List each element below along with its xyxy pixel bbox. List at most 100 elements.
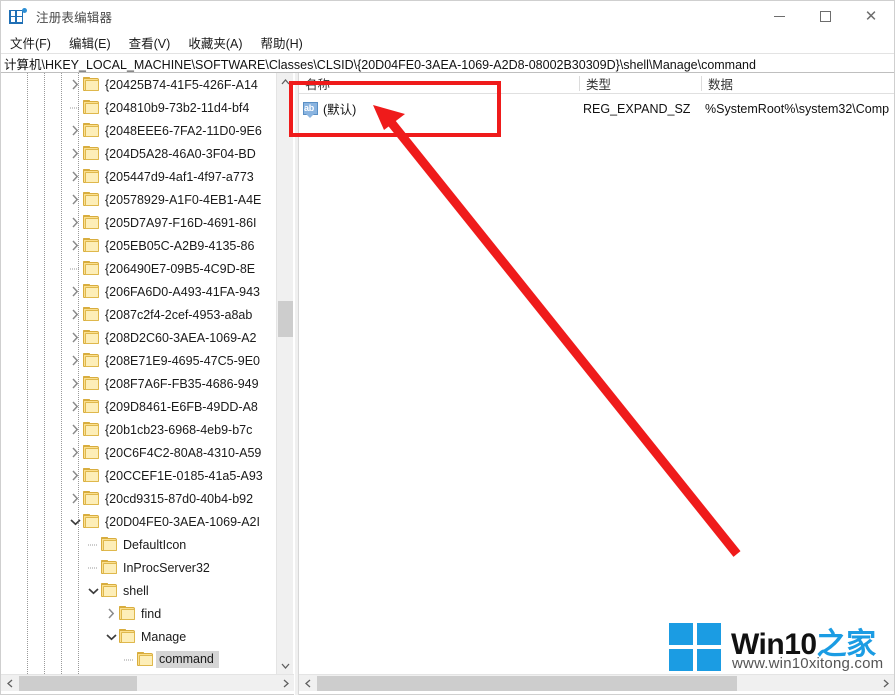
tree-node[interactable]: {20CCEF1E-0185-41a5-A93 (1, 464, 276, 487)
tree-node[interactable]: {20C6F4C2-80A8-4310-A59 (1, 441, 276, 464)
minimize-button[interactable] (756, 1, 802, 32)
tree-vertical-scrollbar[interactable] (276, 73, 293, 674)
chevron-right-icon[interactable] (67, 349, 83, 372)
chevron-right-icon[interactable] (67, 326, 83, 349)
chevron-right-icon[interactable] (67, 142, 83, 165)
tree-hscrollbar-thumb[interactable] (19, 676, 137, 691)
tree-node-label: {20cd9315-87d0-40b4-b92 (105, 491, 254, 506)
tree-scroll-up-icon[interactable] (277, 73, 294, 90)
tree-node[interactable]: shell (1, 579, 276, 602)
chevron-down-icon[interactable] (85, 579, 101, 602)
folder-icon (83, 307, 100, 322)
window-title: 注册表编辑器 (36, 11, 113, 25)
tree-node[interactable]: {206FA6D0-A493-41FA-943 (1, 280, 276, 303)
tree-node[interactable]: {206490E7-09B5-4C9D-8E (1, 257, 276, 280)
menu-edit[interactable]: 编辑(E) (60, 31, 120, 55)
menu-file[interactable]: 文件(F) (1, 31, 60, 55)
folder-icon (83, 376, 100, 391)
minimize-icon (773, 16, 785, 17)
tree-node[interactable]: {20425B74-41F5-426F-A14 (1, 73, 276, 96)
menu-help-label: 帮助(H) (260, 36, 303, 51)
menu-help[interactable]: 帮助(H) (251, 31, 311, 55)
menu-view[interactable]: 查看(V) (120, 31, 180, 55)
window-controls: ✕ (756, 1, 894, 32)
address-path: 计算机\HKEY_LOCAL_MACHINE\SOFTWARE\Classes\… (4, 57, 756, 72)
tree-node[interactable]: {20D04FE0-3AEA-1069-A2I (1, 510, 276, 533)
tree-scroll-left-icon[interactable] (1, 675, 18, 692)
tree-node[interactable]: {208F7A6F-FB35-4686-949 (1, 372, 276, 395)
chevron-right-icon[interactable] (67, 211, 83, 234)
tree-node[interactable]: {204810b9-73b2-11d4-bf4 (1, 96, 276, 119)
folder-icon (83, 146, 100, 161)
chevron-right-icon[interactable] (67, 441, 83, 464)
tree-node-label: {20578929-A1F0-4EB1-A4E (105, 192, 262, 207)
list-scroll-left-icon[interactable] (299, 675, 316, 692)
tree-node-list[interactable]: {20425B74-41F5-426F-A14 {204810b9-73b2-11… (1, 73, 276, 674)
chevron-down-icon[interactable] (67, 510, 83, 533)
tree-node[interactable]: {205447d9-4af1-4f97-a773 (1, 165, 276, 188)
tree-node[interactable]: {204D5A28-46A0-3F04-BD (1, 142, 276, 165)
tree-node[interactable]: {208E71E9-4695-47C5-9E0 (1, 349, 276, 372)
column-header-name[interactable]: 名称 (299, 73, 579, 94)
chevron-right-icon[interactable] (67, 234, 83, 257)
value-name-cell: ab (默认) (303, 99, 356, 118)
tree-node-label: {208D2C60-3AEA-1069-A2 (105, 330, 257, 345)
tree-node[interactable]: {20cd9315-87d0-40b4-b92 (1, 487, 276, 510)
column-header-data-label: 数据 (708, 78, 734, 92)
menu-bar: 文件(F) 编辑(E) 查看(V) 收藏夹(A) 帮助(H) (1, 32, 894, 53)
tree-node[interactable]: DefaultIcon (1, 533, 276, 556)
chevron-right-icon[interactable] (67, 165, 83, 188)
chevron-right-icon[interactable] (67, 73, 83, 96)
close-button[interactable]: ✕ (848, 1, 894, 32)
address-bar[interactable]: 计算机\HKEY_LOCAL_MACHINE\SOFTWARE\Classes\… (1, 53, 894, 73)
folder-icon (83, 123, 100, 138)
tree-node-label: {206FA6D0-A493-41FA-943 (105, 284, 260, 299)
tree-node[interactable]: {20578929-A1F0-4EB1-A4E (1, 188, 276, 211)
tree-node[interactable]: {208D2C60-3AEA-1069-A2 (1, 326, 276, 349)
tree-node[interactable]: find (1, 602, 276, 625)
tree-node[interactable]: Manage (1, 625, 276, 648)
chevron-right-icon[interactable] (67, 119, 83, 142)
chevron-right-icon[interactable] (67, 303, 83, 326)
menu-favorites[interactable]: 收藏夹(A) (179, 31, 251, 55)
chevron-right-icon[interactable] (67, 464, 83, 487)
tree-scroll-right-icon[interactable] (277, 675, 294, 692)
tree-node[interactable]: command (1, 648, 276, 671)
chevron-right-icon[interactable] (67, 188, 83, 211)
registry-values-pane: 名称 类型 数据 ab (默认) REG_EXPAND_SZ %SystemRo… (299, 73, 894, 674)
folder-icon (83, 192, 100, 207)
folder-icon (83, 445, 100, 460)
chevron-right-icon[interactable] (67, 280, 83, 303)
menu-favorites-label: 收藏夹(A) (188, 36, 243, 51)
chevron-right-icon[interactable] (67, 372, 83, 395)
column-header-type[interactable]: 类型 (580, 73, 701, 94)
tree-node-label: InProcServer32 (123, 560, 210, 575)
table-row[interactable]: ab (默认) REG_EXPAND_SZ %SystemRoot%\syste… (299, 97, 894, 120)
chevron-right-icon[interactable] (67, 395, 83, 418)
tree-node-label: {20C6F4C2-80A8-4310-A59 (105, 445, 262, 460)
list-horizontal-scrollbar[interactable] (299, 674, 894, 691)
chevron-right-icon[interactable] (67, 487, 83, 510)
folder-icon (83, 100, 100, 115)
tree-node[interactable]: {2048EEE6-7FA2-11D0-9E6 (1, 119, 276, 142)
close-icon: ✕ (864, 7, 878, 25)
list-scroll-right-icon[interactable] (877, 675, 894, 692)
tree-node[interactable]: {20b1cb23-6968-4eb9-b7c (1, 418, 276, 441)
tree-node[interactable]: {205D7A97-F16D-4691-86I (1, 211, 276, 234)
column-header-data[interactable]: 数据 (702, 73, 894, 94)
tree-node-label: {204D5A28-46A0-3F04-BD (105, 146, 256, 161)
chevron-down-icon[interactable] (103, 625, 119, 648)
registry-tree-pane: {20425B74-41F5-426F-A14 {204810b9-73b2-11… (1, 73, 294, 674)
chevron-right-icon[interactable] (67, 418, 83, 441)
tree-scroll-down-icon[interactable] (277, 657, 294, 674)
tree-node-label: find (141, 606, 162, 621)
tree-node[interactable]: {205EB05C-A2B9-4135-86 (1, 234, 276, 257)
chevron-right-icon[interactable] (103, 602, 119, 625)
maximize-button[interactable] (802, 1, 848, 32)
tree-node[interactable]: {2087c2f4-2cef-4953-a8ab (1, 303, 276, 326)
list-hscrollbar-thumb[interactable] (317, 676, 737, 691)
tree-scrollbar-thumb[interactable] (278, 301, 293, 337)
tree-node[interactable]: InProcServer32 (1, 556, 276, 579)
tree-horizontal-scrollbar[interactable] (1, 674, 294, 691)
tree-node[interactable]: {209D8461-E6FB-49DD-A8 (1, 395, 276, 418)
